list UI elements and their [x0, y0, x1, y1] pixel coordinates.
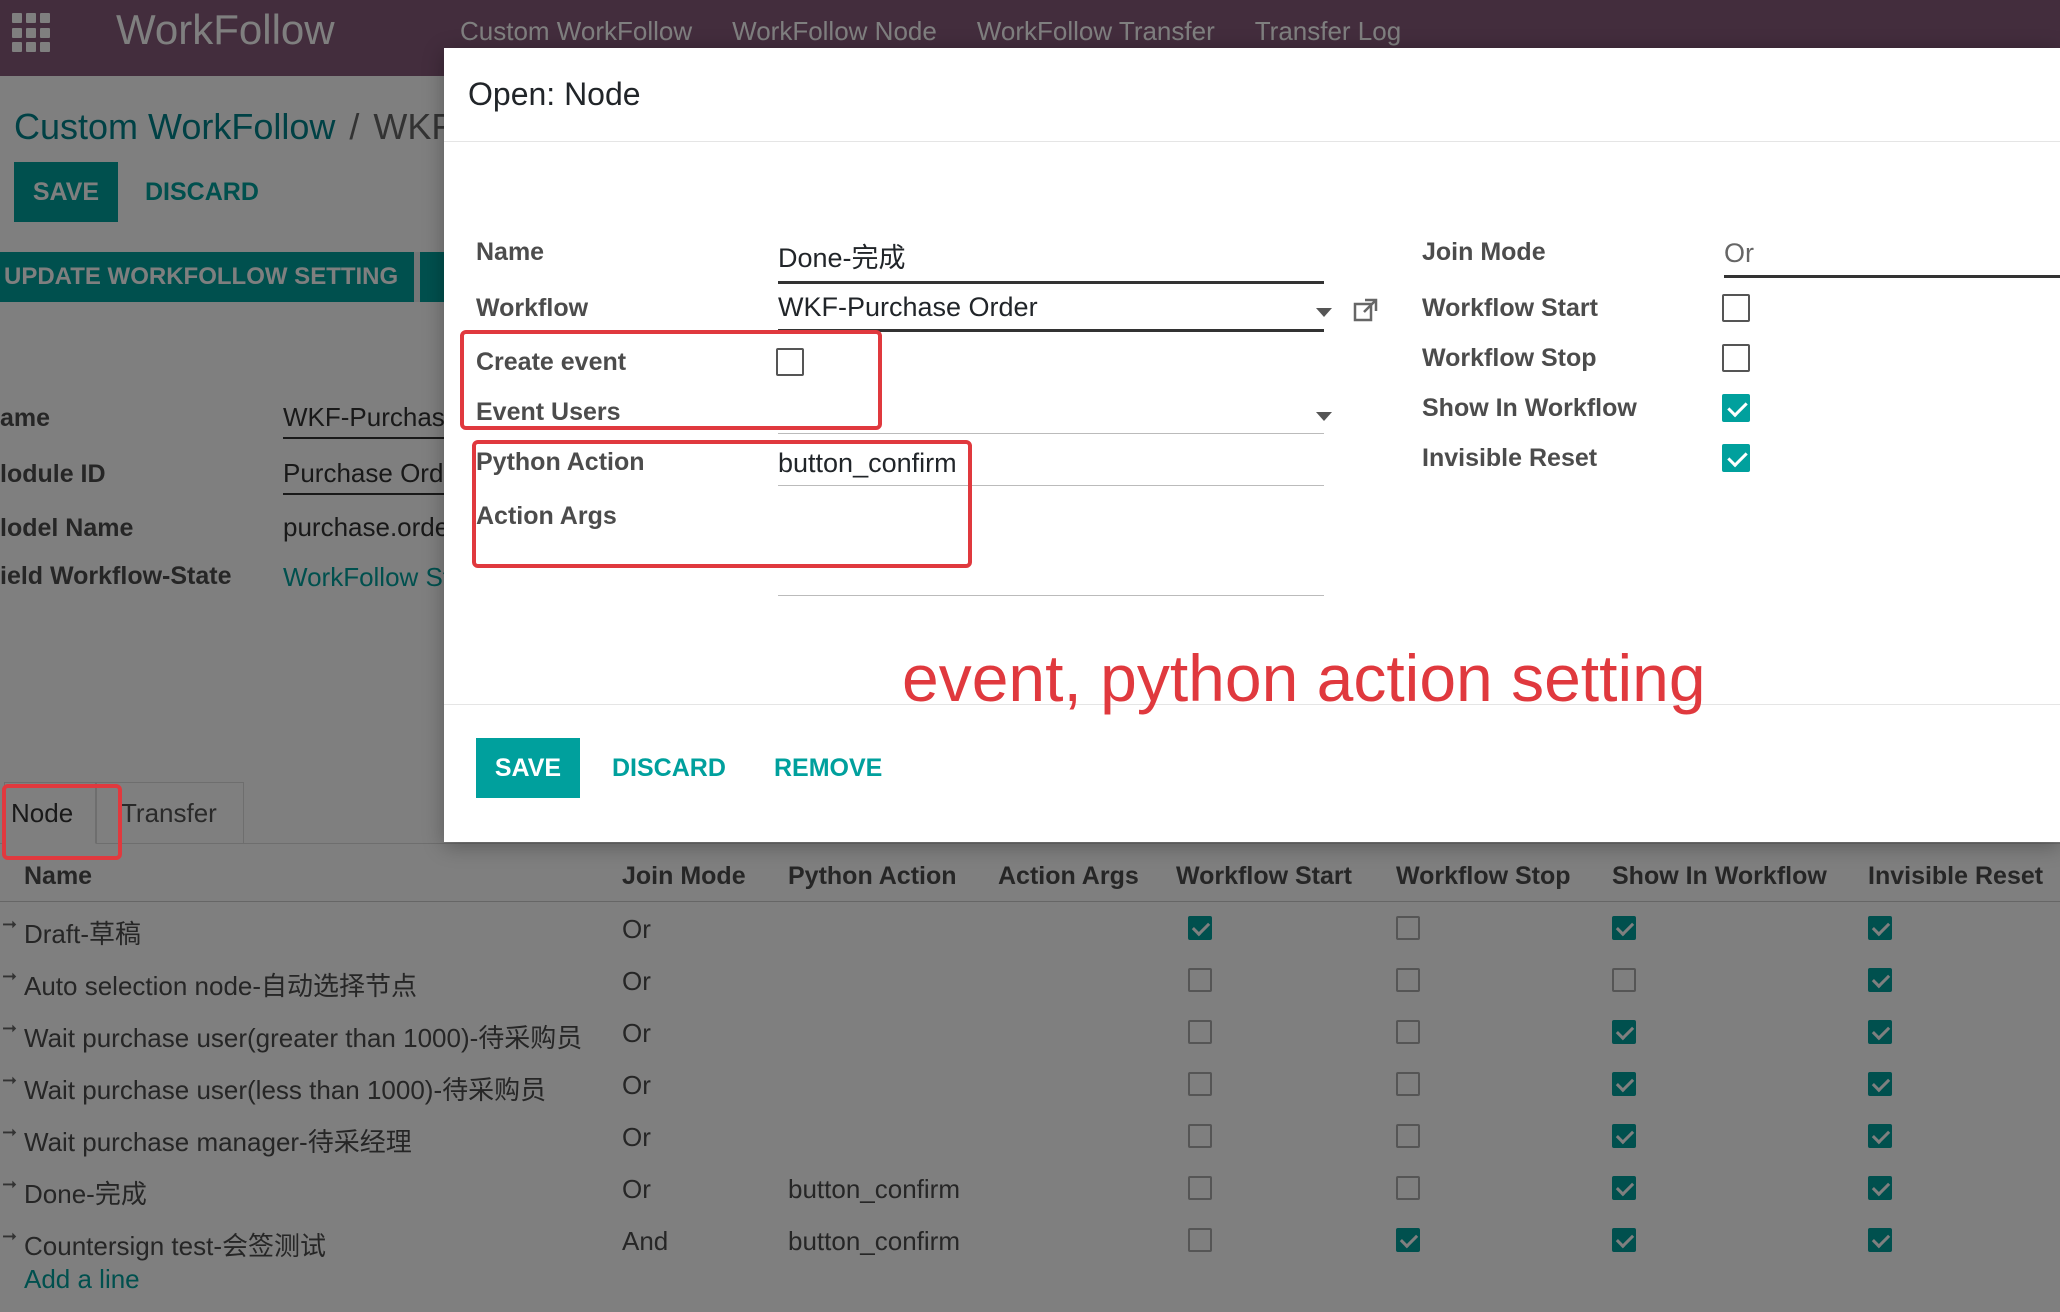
- annotation-box-python-action: [472, 440, 972, 568]
- external-link-icon[interactable]: [1352, 296, 1380, 324]
- annotation-text: event, python action setting: [902, 641, 1706, 715]
- invisible-reset-checkbox[interactable]: [1722, 444, 1750, 472]
- dialog-header: Open: Node: [444, 48, 2060, 142]
- annotation-box-event: [460, 330, 882, 430]
- label-workflow: Workflow: [476, 294, 589, 322]
- dialog-save-button[interactable]: SAVE: [476, 738, 580, 798]
- workflow-stop-checkbox[interactable]: [1722, 344, 1750, 372]
- workflow-dropdown-caret-icon[interactable]: [1316, 308, 1332, 317]
- event-users-dropdown-caret-icon[interactable]: [1316, 412, 1332, 421]
- workflow-start-checkbox[interactable]: [1722, 294, 1750, 322]
- show-in-workflow-checkbox[interactable]: [1722, 394, 1750, 422]
- annotation-box-node-tab: [2, 784, 122, 860]
- label-join-mode: Join Mode: [1422, 238, 1546, 266]
- label-workflow-stop: Workflow Stop: [1422, 344, 1597, 372]
- dialog-title: Open: Node: [468, 76, 641, 112]
- label-name: Name: [476, 238, 545, 266]
- label-show-in-workflow: Show In Workflow: [1422, 394, 1637, 422]
- dialog-discard-button[interactable]: DISCARD: [612, 754, 726, 783]
- label-workflow-start: Workflow Start: [1422, 294, 1598, 322]
- dialog-remove-button[interactable]: REMOVE: [774, 754, 882, 783]
- label-invisible-reset: Invisible Reset: [1422, 444, 1598, 472]
- join-mode-select[interactable]: Or: [1724, 238, 2060, 278]
- workflow-select[interactable]: WKF-Purchase Order: [778, 292, 1324, 332]
- name-field[interactable]: Done-完成: [778, 236, 1324, 284]
